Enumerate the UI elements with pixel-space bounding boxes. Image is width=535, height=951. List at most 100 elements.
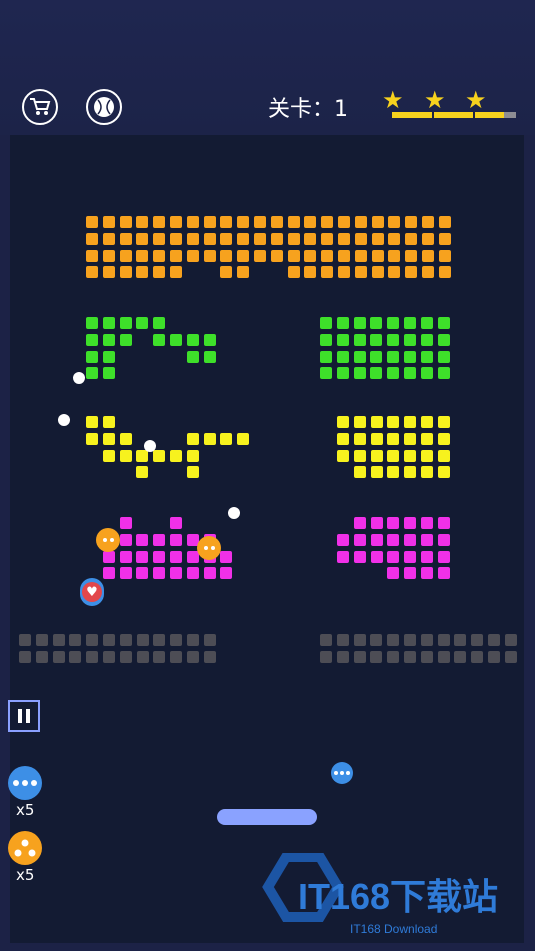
yellow-brick xyxy=(421,449,433,462)
star-icon: ★ xyxy=(424,86,446,114)
orange-brick xyxy=(321,249,334,262)
orange-brick xyxy=(354,266,367,279)
orange-brick xyxy=(321,266,334,279)
magenta-brick xyxy=(387,533,400,546)
gray-brick xyxy=(336,634,349,646)
yellow-brick xyxy=(337,432,349,445)
yellow-brick xyxy=(186,432,199,445)
orange-brick xyxy=(438,216,451,228)
magenta-brick xyxy=(404,533,417,546)
orange-brick xyxy=(422,249,434,262)
orange-brick xyxy=(254,232,266,245)
green-brick xyxy=(336,350,349,363)
paddle[interactable] xyxy=(217,809,317,825)
green-brick xyxy=(86,350,98,363)
gray-brick xyxy=(119,650,132,663)
gray-brick xyxy=(187,634,199,646)
gray-brick xyxy=(504,634,517,646)
orange-brick xyxy=(170,232,182,245)
orange-brick xyxy=(388,266,401,279)
magenta-brick xyxy=(337,550,349,563)
green-brick xyxy=(404,367,416,380)
gray-brick xyxy=(437,634,450,646)
green-brick xyxy=(353,333,366,346)
orange-brick xyxy=(422,266,434,279)
orange-brick xyxy=(136,266,149,279)
yellow-brick xyxy=(220,432,233,445)
orange-brick xyxy=(354,249,367,262)
gray-brick xyxy=(471,634,484,646)
orange-brick xyxy=(86,216,98,228)
orange-brick xyxy=(186,232,199,245)
orange-brick xyxy=(136,232,149,245)
yellow-brick xyxy=(136,466,149,479)
yellow-brick xyxy=(387,432,400,445)
multi-ball-powerup-button[interactable] xyxy=(8,766,42,800)
magenta-brick xyxy=(370,533,383,546)
orange-brick xyxy=(438,232,451,245)
yellow-brick xyxy=(370,449,383,462)
orange-brick xyxy=(170,216,182,228)
pause-button[interactable] xyxy=(8,700,40,732)
shop-button[interactable] xyxy=(22,89,58,125)
green-brick xyxy=(437,350,450,363)
yellow-brick xyxy=(353,466,366,479)
multi-ball-count: x5 xyxy=(16,801,35,819)
green-brick xyxy=(320,367,332,380)
gray-brick xyxy=(420,650,433,663)
gray-brick xyxy=(320,634,332,646)
yellow-brick xyxy=(353,416,366,428)
orange-brick xyxy=(270,232,283,245)
green-brick xyxy=(203,350,216,363)
green-brick xyxy=(387,367,400,380)
orange-brick xyxy=(186,216,199,228)
green-brick xyxy=(102,333,115,346)
magenta-brick xyxy=(421,533,433,546)
green-brick xyxy=(102,317,115,329)
green-brick xyxy=(404,350,416,363)
ball-skin-button[interactable] xyxy=(86,89,122,125)
gray-brick xyxy=(420,634,433,646)
orange-brick xyxy=(153,266,166,279)
gray-brick xyxy=(136,650,149,663)
orange-brick xyxy=(86,232,98,245)
orange-brick xyxy=(136,216,149,228)
green-brick xyxy=(420,367,433,380)
orange-brick xyxy=(304,249,317,262)
orange-brick xyxy=(371,266,384,279)
magenta-brick xyxy=(102,550,115,563)
magenta-brick xyxy=(421,550,433,563)
yellow-brick xyxy=(370,432,383,445)
star-rating: ★ ★ ★ xyxy=(380,86,520,122)
gray-brick xyxy=(203,634,216,646)
gray-brick xyxy=(353,634,366,646)
star-progress-bar xyxy=(392,112,516,118)
orange-brick xyxy=(220,232,233,245)
green-brick xyxy=(370,350,383,363)
green-brick xyxy=(336,367,349,380)
orange-brick xyxy=(388,216,401,228)
green-brick xyxy=(370,333,383,346)
gray-brick xyxy=(103,634,115,646)
split-ball-powerup-button[interactable] xyxy=(8,831,42,865)
green-brick xyxy=(353,350,366,363)
orange-brick xyxy=(354,216,367,228)
green-brick xyxy=(420,333,433,346)
orange-brick xyxy=(405,266,418,279)
green-brick xyxy=(336,317,349,329)
magenta-brick xyxy=(170,550,182,563)
magenta-brick xyxy=(119,533,132,546)
gray-brick xyxy=(69,634,82,646)
gray-brick xyxy=(153,650,166,663)
magenta-brick xyxy=(337,533,349,546)
yellow-brick xyxy=(421,432,433,445)
orange-brick xyxy=(203,216,216,228)
orange-brick xyxy=(203,249,216,262)
yellow-brick xyxy=(387,449,400,462)
yellow-brick xyxy=(370,416,383,428)
orange-brick xyxy=(136,249,149,262)
orange-brick xyxy=(287,216,300,228)
gray-brick xyxy=(52,650,65,663)
green-brick xyxy=(437,333,450,346)
gray-brick xyxy=(336,650,349,663)
